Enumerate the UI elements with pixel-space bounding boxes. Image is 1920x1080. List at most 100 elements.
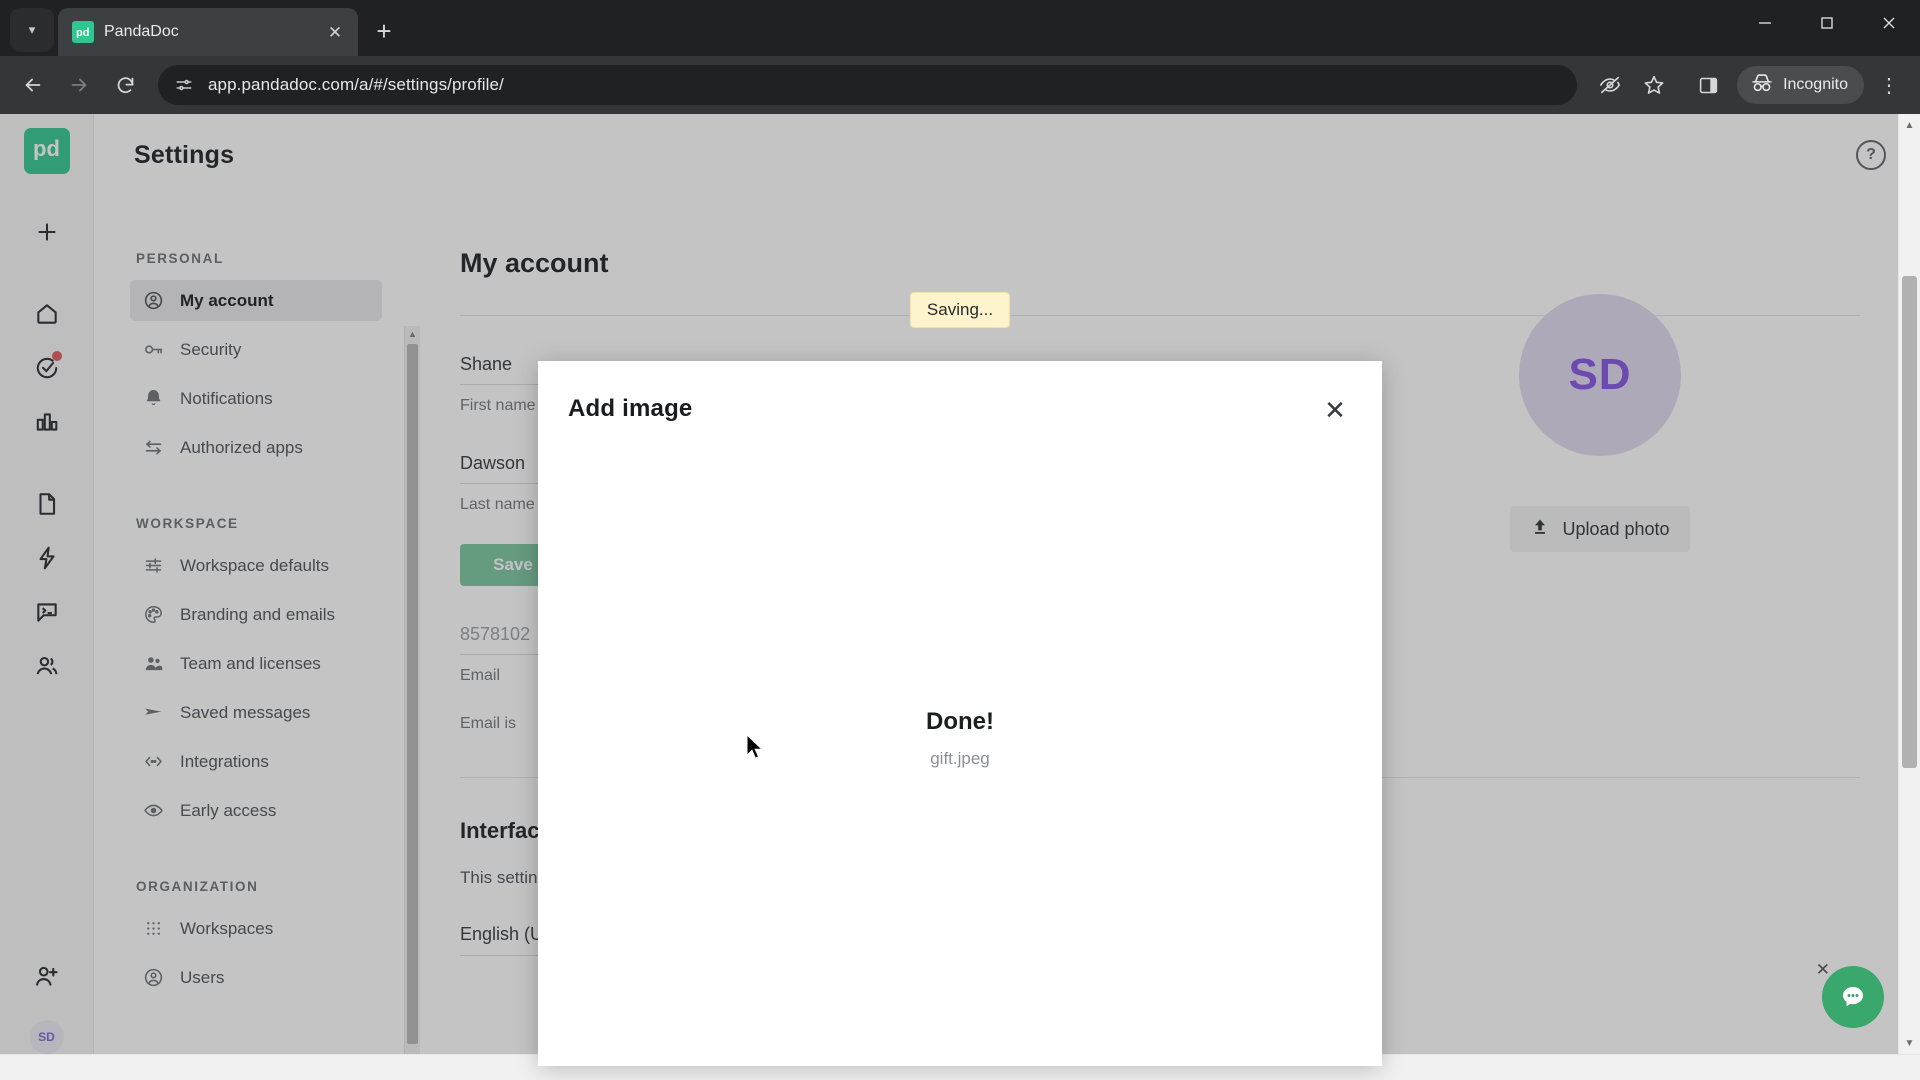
rail-item-documents[interactable]: [21, 478, 73, 530]
sidebar-item-label: Integrations: [180, 751, 269, 771]
sidebar-item-users[interactable]: Users: [130, 957, 382, 998]
modal-title: Add image: [568, 395, 693, 422]
avatar-panel: SD Upload photo: [1450, 294, 1750, 552]
tab-title: PandaDoc: [104, 23, 179, 40]
browser-tab[interactable]: pd PandaDoc ✕: [58, 8, 358, 56]
page-scroll-thumb[interactable]: [1902, 276, 1917, 768]
sidebar-group-label-workspace: WORKSPACE: [136, 516, 239, 531]
tab-close-icon[interactable]: ✕: [322, 19, 348, 45]
window-close-button[interactable]: [1858, 0, 1920, 46]
url-text: app.pandadoc.com/a/#/settings/profile/: [208, 75, 504, 94]
sidebar-item-security[interactable]: Security: [130, 329, 382, 370]
tasks-notification-badge: [51, 351, 62, 361]
grid-dots-icon: [142, 918, 164, 940]
window-controls: [1734, 0, 1920, 56]
logo-label: pd: [33, 139, 60, 164]
sidebar-item-label: My account: [180, 290, 274, 310]
transfer-arrows-icon: [142, 437, 164, 459]
rail-item-create-new[interactable]: [21, 206, 73, 258]
sidebar-item-early-access[interactable]: Early access: [130, 790, 382, 831]
incognito-icon: [1750, 72, 1774, 99]
mouse-cursor: [745, 733, 765, 767]
modal-header: Add image ✕: [538, 361, 1382, 425]
modal-body: Done! gift.jpeg: [538, 451, 1382, 1066]
sidebar-item-authorized-apps[interactable]: Authorized apps: [130, 427, 382, 468]
sidebar-group-label-organization: ORGANIZATION: [136, 879, 259, 894]
rail-item-invite-users[interactable]: [21, 950, 73, 1002]
chat-bubble-icon[interactable]: [1822, 966, 1884, 1028]
pandadoc-favicon-icon: pd: [72, 21, 94, 43]
sidebar-group-label-personal: PERSONAL: [136, 251, 224, 266]
add-image-modal: Add image ✕ Done! gift.jpeg: [538, 361, 1382, 1066]
window-maximize-button[interactable]: [1796, 0, 1858, 46]
sidebar-item-label: Authorized apps: [180, 437, 303, 457]
bookmark-star-icon[interactable]: [1633, 64, 1675, 106]
sidebar-item-label: Saved messages: [180, 702, 311, 722]
sidebar-item-team-and-licenses[interactable]: Team and licenses: [130, 643, 382, 684]
reload-icon[interactable]: [104, 64, 146, 106]
settings-header: Settings ?: [94, 114, 1920, 196]
avatar: SD: [1519, 294, 1681, 456]
code-brackets-icon: [142, 751, 164, 773]
sidebar-item-saved-messages[interactable]: Saved messages: [130, 692, 382, 733]
browser-menu-kebab-icon[interactable]: ⋮: [1870, 66, 1908, 104]
account-heading: My account: [460, 248, 609, 278]
sidebar-item-my-account[interactable]: My account: [130, 280, 382, 321]
rail-item-forms[interactable]: [21, 586, 73, 638]
eye-slash-icon[interactable]: [1589, 64, 1631, 106]
upload-photo-button[interactable]: Upload photo: [1510, 506, 1690, 552]
chat-close-icon[interactable]: ✕: [1816, 960, 1830, 980]
sidebar-item-label: Notifications: [180, 388, 273, 408]
rail-item-contacts[interactable]: [21, 640, 73, 692]
incognito-indicator[interactable]: Incognito: [1737, 66, 1864, 104]
tab-search-chevron-down-icon[interactable]: ▾: [10, 8, 54, 52]
sidebar-item-label: Security: [180, 339, 242, 359]
rail-item-tasks[interactable]: [21, 342, 73, 394]
address-bar[interactable]: app.pandadoc.com/a/#/settings/profile/: [158, 65, 1578, 105]
page-scroll-down-arrow-icon[interactable]: ▼: [1899, 1032, 1920, 1054]
sidebar-item-label: Early access: [180, 800, 277, 820]
question-mark-icon[interactable]: ?: [1856, 140, 1886, 170]
bell-icon: [142, 388, 164, 410]
forward-arrow-right-icon[interactable]: [58, 64, 100, 106]
rail-item-home[interactable]: [21, 288, 73, 340]
user-circle-icon: [142, 290, 164, 312]
modal-close-icon[interactable]: ✕: [1320, 395, 1350, 425]
sidebar-item-workspaces[interactable]: Workspaces: [130, 908, 382, 949]
browser-toolbar: app.pandadoc.com/a/#/settings/profile/ I…: [0, 56, 1920, 114]
page-vertical-scrollbar[interactable]: ▲ ▼: [1898, 114, 1920, 1054]
side-panel-icon[interactable]: [1687, 64, 1729, 106]
sliders-icon: [142, 555, 164, 577]
upload-photo-label: Upload photo: [1562, 518, 1670, 539]
page-scroll-up-arrow-icon[interactable]: ▲: [1899, 114, 1920, 136]
upload-done-title: Done!: [926, 708, 994, 735]
back-arrow-left-icon[interactable]: [12, 64, 54, 106]
eye-icon: [142, 800, 164, 822]
page-viewport: pd SD Settings ? PERSONAL My account Sec…: [0, 114, 1920, 1080]
browser-window: ▾ pd PandaDoc ✕ + app.pandadoc.com/a/#/s…: [0, 0, 1920, 1080]
pandadoc-logo-icon[interactable]: pd: [23, 128, 70, 174]
rail-item-quick-actions[interactable]: [21, 532, 73, 584]
browser-tabstrip: ▾ pd PandaDoc ✕ +: [0, 0, 1920, 56]
sidebar-item-label: Branding and emails: [180, 604, 335, 624]
sidebar-item-workspace-defaults[interactable]: Workspace defaults: [130, 545, 382, 586]
sidebar-item-branding-and-emails[interactable]: Branding and emails: [130, 594, 382, 635]
rail-item-reports[interactable]: [21, 396, 73, 448]
uploaded-file-name: gift.jpeg: [930, 749, 990, 768]
page-settings-icon[interactable]: [172, 73, 196, 97]
sidebar-item-label: Team and licenses: [180, 653, 321, 673]
app-rail: pd SD: [0, 114, 94, 1080]
rail-avatar[interactable]: SD: [29, 1020, 64, 1054]
sidebar-scrollbar[interactable]: ▲ ▼: [404, 326, 420, 1074]
sidebar-scroll-up-arrow-icon[interactable]: ▲: [405, 326, 420, 342]
upload-icon: [1530, 517, 1550, 542]
new-tab-plus-icon[interactable]: +: [364, 11, 404, 51]
window-minimize-button[interactable]: [1734, 0, 1796, 46]
toolbar-actions: Incognito ⋮: [1589, 64, 1908, 106]
sidebar-item-label: Workspace defaults: [180, 555, 329, 575]
sidebar-scroll-thumb[interactable]: [407, 344, 418, 1044]
people-icon: [142, 653, 164, 675]
sidebar-item-integrations[interactable]: Integrations: [130, 741, 382, 782]
incognito-label: Incognito: [1783, 76, 1848, 93]
sidebar-item-notifications[interactable]: Notifications: [130, 378, 382, 419]
